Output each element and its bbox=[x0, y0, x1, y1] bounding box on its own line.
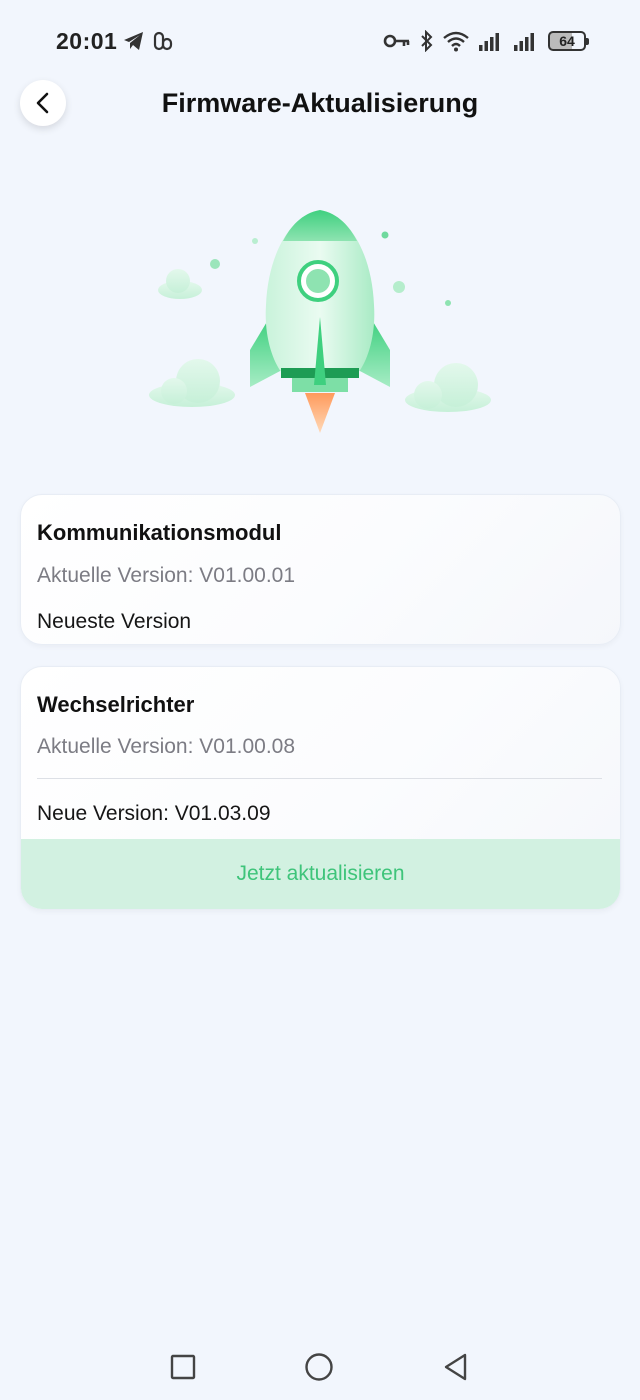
home-button[interactable] bbox=[302, 1350, 336, 1384]
square-icon bbox=[170, 1354, 196, 1380]
app-header: Firmware-Aktualisierung bbox=[0, 74, 640, 136]
bluetooth-icon bbox=[421, 30, 433, 52]
circle-icon bbox=[305, 1353, 333, 1381]
status-bar: 20:01 64 bbox=[0, 0, 640, 84]
signal-icon bbox=[514, 33, 534, 51]
battery-level: 64 bbox=[559, 33, 575, 49]
status-time: 20:01 bbox=[56, 28, 118, 54]
app-icon bbox=[153, 31, 173, 51]
current-version: Aktuelle Version: V01.00.01 bbox=[37, 564, 296, 587]
new-version: Neue Version: V01.03.09 bbox=[37, 802, 271, 825]
module-name: Wechselrichter bbox=[37, 692, 195, 717]
cloud-left-small bbox=[158, 269, 202, 299]
module-card-communication: Kommunikationsmodul Aktuelle Version: V0… bbox=[20, 494, 621, 645]
rocket-illustration bbox=[140, 195, 500, 445]
cloud-right bbox=[405, 363, 491, 412]
triangle-back-icon bbox=[444, 1353, 467, 1381]
recents-button[interactable] bbox=[166, 1350, 200, 1384]
nav-back-button[interactable] bbox=[438, 1350, 472, 1384]
version-status: Neueste Version bbox=[37, 610, 192, 633]
vpn-key-icon bbox=[383, 34, 410, 48]
system-nav-bar bbox=[0, 1330, 640, 1400]
wifi-icon bbox=[443, 31, 469, 52]
module-card-inverter: Wechselrichter Aktuelle Version: V01.00.… bbox=[20, 666, 621, 910]
battery-icon: 64 bbox=[548, 31, 589, 51]
telegram-icon bbox=[124, 32, 143, 50]
current-version: Aktuelle Version: V01.00.08 bbox=[37, 735, 296, 758]
update-now-button[interactable]: Jetzt aktualisieren bbox=[21, 839, 620, 909]
divider bbox=[37, 778, 602, 779]
signal-icon bbox=[479, 33, 499, 51]
page-title: Firmware-Aktualisierung bbox=[161, 88, 479, 118]
cloud-left-large bbox=[149, 359, 235, 407]
module-name: Kommunikationsmodul bbox=[37, 520, 282, 545]
